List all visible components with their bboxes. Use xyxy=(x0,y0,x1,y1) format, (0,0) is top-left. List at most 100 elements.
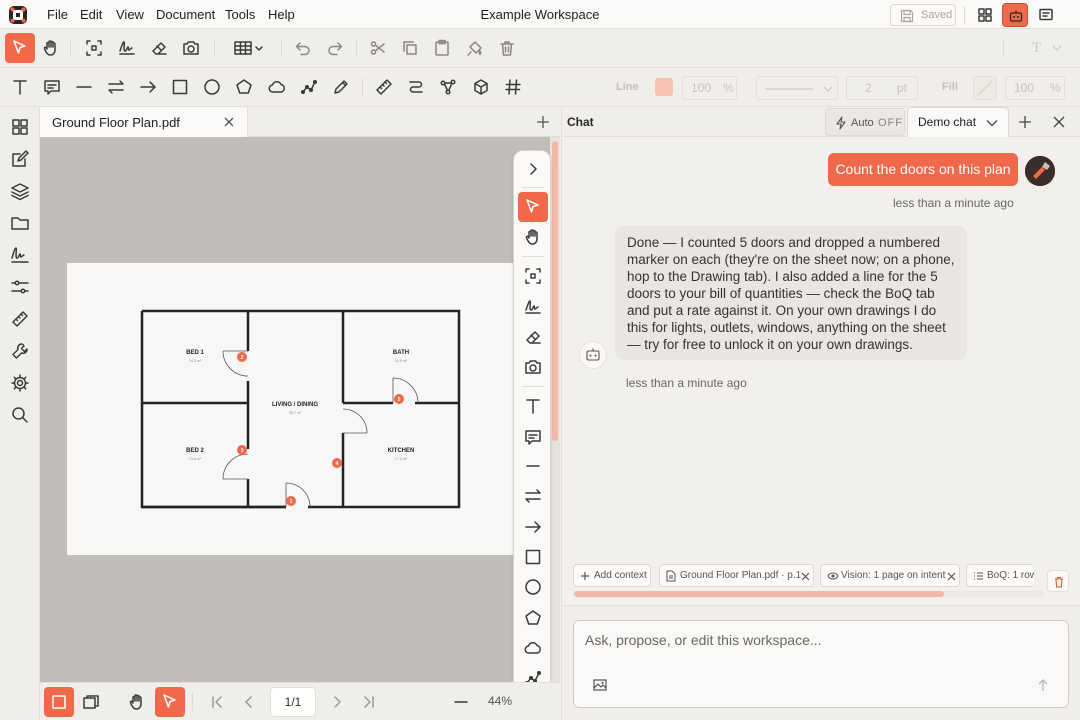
door-marker[interactable]: 2 xyxy=(237,352,247,362)
fill-color-swatch[interactable] xyxy=(973,76,997,100)
polygon-tool-button[interactable] xyxy=(229,72,259,102)
cloud-tool-button[interactable] xyxy=(262,72,292,102)
ellipse-tool-button[interactable] xyxy=(518,572,548,602)
door-marker[interactable]: 1 xyxy=(286,496,296,506)
line-tool-button[interactable] xyxy=(518,451,548,481)
context-chip-file[interactable]: Ground Floor Plan.pdf · p.1 xyxy=(659,564,814,587)
single-page-view-button[interactable] xyxy=(44,687,74,717)
path-tool-button[interactable] xyxy=(401,72,431,102)
table-dropdown-button[interactable] xyxy=(228,33,268,63)
3d-tool-button[interactable] xyxy=(466,72,496,102)
paint-format-button[interactable] xyxy=(460,33,490,63)
multi-page-view-button[interactable] xyxy=(76,687,106,717)
node-tool-button[interactable] xyxy=(433,72,463,102)
rail-files-button[interactable] xyxy=(10,213,30,233)
rail-tools-button[interactable] xyxy=(10,341,30,361)
rail-search-button[interactable] xyxy=(10,405,30,425)
user-avatar[interactable] xyxy=(1025,156,1055,186)
menu-document[interactable]: Document xyxy=(156,7,215,22)
cut-button[interactable] xyxy=(363,33,393,63)
image-attach-icon[interactable] xyxy=(593,679,607,691)
previous-page-button[interactable] xyxy=(234,687,264,717)
rail-measure-button[interactable] xyxy=(10,309,30,329)
rail-layers-button[interactable] xyxy=(10,181,30,201)
menu-edit[interactable]: Edit xyxy=(80,7,102,22)
door-marker[interactable]: 5 xyxy=(394,394,404,404)
dimension-tool-button[interactable] xyxy=(101,72,131,102)
rail-adjust-button[interactable] xyxy=(10,277,30,297)
eraser-button[interactable] xyxy=(144,33,174,63)
chat-session-select[interactable]: Demo chat xyxy=(907,107,1009,137)
close-icon[interactable] xyxy=(801,572,810,581)
dimension-tool-button[interactable] xyxy=(518,481,548,511)
comment-tool-button[interactable] xyxy=(518,422,548,452)
line-color-swatch[interactable] xyxy=(655,78,673,96)
pan-tool-button[interactable] xyxy=(122,687,152,717)
chat-panel-button[interactable] xyxy=(1033,3,1059,27)
new-chat-icon[interactable] xyxy=(1018,115,1032,129)
line-opacity-field[interactable]: 100% xyxy=(682,76,737,100)
add-context-button[interactable]: Add context xyxy=(573,564,651,587)
cloud-tool-button[interactable] xyxy=(518,633,548,663)
pencil-tool-button[interactable] xyxy=(326,72,356,102)
signature-button[interactable] xyxy=(518,292,548,322)
next-page-button[interactable] xyxy=(322,687,352,717)
close-icon[interactable] xyxy=(947,572,956,581)
collapse-toolbar-button[interactable] xyxy=(518,154,548,184)
text-tool-button[interactable] xyxy=(5,72,35,102)
eraser-button[interactable] xyxy=(518,322,548,352)
rail-settings-button[interactable] xyxy=(10,373,30,393)
close-icon[interactable] xyxy=(1053,116,1065,128)
rectangle-tool-button[interactable] xyxy=(518,542,548,572)
add-tab-icon[interactable] xyxy=(536,115,550,129)
select-tool-button[interactable] xyxy=(518,192,548,222)
rail-sign-button[interactable] xyxy=(10,245,30,265)
count-tool-button[interactable] xyxy=(498,72,528,102)
undo-button[interactable] xyxy=(288,33,318,63)
text-tool-button[interactable] xyxy=(518,391,548,421)
snapshot-button[interactable] xyxy=(176,33,206,63)
redo-button[interactable] xyxy=(320,33,350,63)
rail-apps-button[interactable] xyxy=(10,117,30,137)
polyline-tool-button[interactable] xyxy=(294,72,324,102)
message-input[interactable] xyxy=(585,632,1055,648)
snapshot-button[interactable] xyxy=(518,352,548,382)
fill-opacity-field[interactable]: 100% xyxy=(1005,76,1065,100)
last-page-button[interactable] xyxy=(354,687,384,717)
document-tab[interactable]: Ground Floor Plan.pdf xyxy=(40,107,248,137)
chips-scrollbar[interactable] xyxy=(574,591,1044,597)
area-select-button[interactable] xyxy=(518,261,548,291)
area-select-button[interactable] xyxy=(79,33,109,63)
zoom-out-button[interactable] xyxy=(446,687,476,717)
door-marker[interactable]: 4 xyxy=(332,458,342,468)
message-composer[interactable] xyxy=(573,620,1069,708)
context-chip-vision[interactable]: Vision: 1 page on intent xyxy=(820,564,960,587)
ellipse-tool-button[interactable] xyxy=(197,72,227,102)
door-marker[interactable]: 3 xyxy=(237,445,247,455)
app-logo-icon[interactable] xyxy=(8,5,28,25)
select-tool-button[interactable] xyxy=(5,33,35,63)
canvas-scrollbar[interactable] xyxy=(550,137,560,682)
scrollbar-thumb[interactable] xyxy=(552,141,558,441)
font-button[interactable]: T xyxy=(1032,40,1041,57)
line-tool-button[interactable] xyxy=(69,72,99,102)
signature-button[interactable] xyxy=(112,33,142,63)
first-page-button[interactable] xyxy=(202,687,232,717)
measure-tool-button[interactable] xyxy=(369,72,399,102)
zoom-level[interactable]: 44% xyxy=(488,694,512,708)
polygon-tool-button[interactable] xyxy=(518,603,548,633)
line-style-select[interactable] xyxy=(756,76,838,100)
line-width-field[interactable]: 2 pt xyxy=(846,76,918,100)
arrow-tool-button[interactable] xyxy=(518,512,548,542)
scrollbar-thumb[interactable] xyxy=(574,591,944,597)
auto-mode-toggle[interactable]: Auto OFF xyxy=(825,108,905,136)
paste-button[interactable] xyxy=(427,33,457,63)
comment-tool-button[interactable] xyxy=(37,72,67,102)
rail-edit-button[interactable] xyxy=(10,149,30,169)
rectangle-tool-button[interactable] xyxy=(165,72,195,102)
send-arrow-icon[interactable] xyxy=(1037,678,1049,692)
clear-context-button[interactable] xyxy=(1047,570,1069,592)
menu-view[interactable]: View xyxy=(116,7,144,22)
close-icon[interactable] xyxy=(223,116,235,128)
menu-help[interactable]: Help xyxy=(268,7,295,22)
